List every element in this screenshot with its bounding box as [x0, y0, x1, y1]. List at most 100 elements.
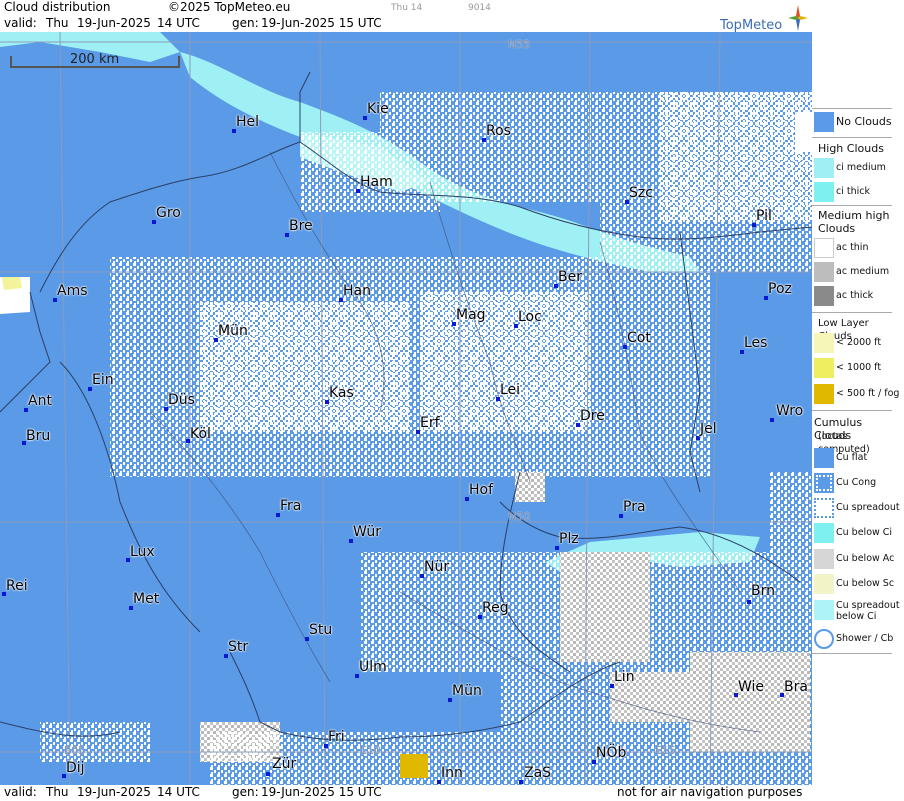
city-label[interactable]: ZaS: [524, 765, 551, 781]
legend-label: ac thick: [836, 290, 874, 301]
city-label[interactable]: Fri: [328, 729, 345, 745]
city-label[interactable]: Bru: [26, 428, 50, 444]
city-label[interactable]: Ein: [92, 372, 114, 388]
brand-text: TopMeteo: [720, 18, 783, 33]
legend-shower-cb: Shower / Cb: [812, 629, 904, 651]
cloud-map[interactable]: 200 km N55 N50 E05 E10 E15 Hel Kie Ros H…: [0, 32, 812, 785]
city-label[interactable]: Ber: [558, 269, 582, 285]
city-label[interactable]: Bra: [784, 679, 808, 695]
city-dot: [747, 600, 751, 604]
city-label[interactable]: Szc: [629, 185, 653, 201]
swatch-ac-medium: [814, 262, 834, 282]
swatch-cu-cong: [814, 473, 834, 493]
city-label[interactable]: Inn: [441, 765, 463, 781]
map-title: Cloud distribution: [4, 0, 111, 14]
city-label[interactable]: Nür: [424, 559, 449, 575]
city-label[interactable]: Dre: [580, 408, 605, 424]
legend-ac-thin: ac thin: [812, 238, 904, 260]
city-label[interactable]: Pra: [623, 499, 646, 515]
city-label[interactable]: Str: [228, 639, 248, 655]
compass-icon: [788, 5, 808, 31]
city-label[interactable]: Kie: [367, 101, 389, 117]
legend-cu-flat: Cu flat: [812, 448, 904, 470]
city-label[interactable]: Les: [744, 335, 767, 351]
city-label[interactable]: Lin: [614, 669, 635, 685]
grid-label-n55: N55: [508, 38, 531, 51]
city-dot: [770, 418, 774, 422]
city-label[interactable]: Plz: [559, 531, 579, 547]
city-label[interactable]: Wür: [353, 524, 381, 540]
legend-divider: [812, 205, 892, 206]
city-label[interactable]: Mün: [218, 323, 248, 339]
swatch-cu-spreadout: [814, 498, 834, 518]
city-label[interactable]: Köl: [190, 426, 211, 442]
city-label[interactable]: Ant: [28, 393, 52, 409]
city-label[interactable]: Lei: [500, 382, 520, 398]
legend-divider: [812, 312, 892, 313]
city-label[interactable]: Poz: [768, 281, 792, 297]
city-label[interactable]: NÖb: [596, 745, 626, 761]
city-label[interactable]: Han: [343, 283, 371, 299]
city-label[interactable]: Ulm: [359, 659, 387, 675]
city-label[interactable]: Ham: [360, 174, 393, 190]
city-label[interactable]: Hel: [236, 114, 259, 130]
city-label[interactable]: Rei: [6, 578, 28, 594]
city-label[interactable]: Stu: [309, 622, 332, 638]
city-label[interactable]: Dij: [66, 760, 85, 776]
swatch-ac-thin: [814, 238, 834, 258]
city-label[interactable]: Fra: [280, 498, 301, 514]
legend-divider: [812, 137, 892, 138]
city-label[interactable]: Reg: [482, 600, 509, 616]
city-label[interactable]: Erf: [420, 415, 440, 431]
legend-label: No Clouds: [836, 115, 892, 128]
legend-panel: No Clouds High Clouds ci medium ci thick…: [812, 0, 904, 801]
legend-label: Cu spreadout: [836, 502, 900, 513]
city-label[interactable]: Hof: [469, 482, 493, 498]
city-label[interactable]: Jel: [700, 421, 717, 437]
city-label[interactable]: Zür: [272, 756, 296, 772]
legend-label: ac medium: [836, 266, 890, 277]
legend-low-2000: < 2000 ft: [812, 333, 904, 355]
city-label[interactable]: Wie: [738, 679, 764, 695]
legend-no-clouds: No Clouds: [812, 112, 904, 134]
swatch-ci-medium: [814, 158, 834, 178]
legend-ci-thick: ci thick: [812, 182, 904, 204]
city-label[interactable]: Cot: [627, 330, 651, 346]
city-label[interactable]: Pil: [756, 208, 772, 224]
valid-day: Thu: [46, 16, 69, 30]
valid-label: valid:: [4, 16, 37, 30]
city-label[interactable]: Mag: [456, 307, 486, 323]
city-label[interactable]: Ams: [57, 283, 88, 299]
topmeteo-logo[interactable]: TopMeteo: [718, 5, 808, 33]
swatch-cu-below-ci: [814, 523, 834, 543]
footer-gen-label: gen:: [232, 785, 259, 799]
footer-valid-time: 14 UTC: [157, 785, 200, 799]
legend-cu-spreadout-below-ci: Cu spreadout below Ci: [812, 600, 904, 628]
footer-gen-value: 19-Jun-2025 15 UTC: [261, 785, 382, 799]
legend-divider: [812, 653, 892, 654]
city-label[interactable]: Kas: [329, 385, 354, 401]
legend-ac-medium: ac medium: [812, 262, 904, 284]
grid-label-e15: E15: [655, 744, 676, 757]
header-valid-row: valid: Thu 19-Jun-2025 14 UTC gen: 19-Ju…: [0, 16, 812, 32]
city-label[interactable]: Düs: [168, 392, 195, 408]
swatch-cu-below-sc: [814, 574, 834, 594]
city-label[interactable]: Gro: [156, 205, 181, 221]
legend-heading: High Clouds: [818, 142, 884, 155]
city-label[interactable]: Ros: [486, 123, 511, 139]
city-label[interactable]: Wro: [776, 403, 803, 419]
legend-divider: [812, 108, 892, 109]
legend-label: Shower / Cb: [836, 633, 894, 644]
city-label[interactable]: Mün: [452, 683, 482, 699]
city-dot: [266, 772, 270, 776]
legend-ci-medium: ci medium: [812, 158, 904, 180]
city-label[interactable]: Loc: [518, 309, 542, 325]
legend-label: ac thin: [836, 242, 869, 253]
swatch-low-500: [814, 384, 834, 404]
legend-label: Cu below Sc: [836, 578, 895, 589]
city-label[interactable]: Bre: [289, 218, 313, 234]
city-label[interactable]: Lux: [130, 544, 155, 560]
city-label[interactable]: Met: [133, 591, 159, 607]
swatch-shower-cb: [814, 629, 834, 649]
city-label[interactable]: Brn: [751, 583, 775, 599]
